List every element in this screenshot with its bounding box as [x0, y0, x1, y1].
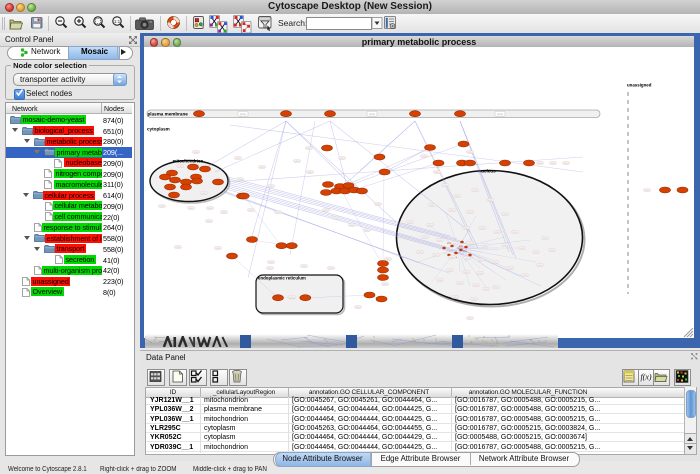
svg-text:(xxx): (xxx)	[453, 243, 458, 245]
svg-text:(xxx): (xxx)	[324, 210, 329, 212]
svg-text:(xxx): (xxx)	[513, 232, 518, 234]
svg-text:endoplasmic reticulum: endoplasmic reticulum	[258, 276, 306, 281]
svg-text:1:1: 1:1	[114, 19, 121, 24]
svg-text:(xxx): (xxx)	[350, 225, 355, 227]
svg-text:(xxx): (xxx)	[438, 280, 443, 282]
svg-text:(xxx): (xxx)	[550, 250, 555, 252]
svg-text:(xxx): (xxx)	[369, 112, 375, 116]
svg-text:(xxx): (xxx)	[408, 222, 413, 224]
svg-text:(xxx): (xxx)	[450, 210, 455, 212]
svg-text:f(x): f(x)	[640, 373, 651, 382]
svg-text:(xxx): (xxx)	[423, 237, 428, 239]
svg-text:(xxx): (xxx)	[508, 268, 513, 270]
svg-text:(xxx): (xxx)	[240, 112, 246, 116]
svg-text:(xxx): (xxx)	[376, 204, 381, 206]
svg-text:(xxx): (xxx)	[453, 297, 458, 299]
svg-text:(xxx): (xxx)	[202, 193, 207, 195]
svg-text:(xxx): (xxx)	[329, 268, 334, 270]
svg-text:(xxx): (xxx)	[418, 252, 423, 254]
svg-text:(xxx): (xxx)	[238, 179, 243, 181]
svg-text:(xxx): (xxx)	[543, 238, 548, 240]
svg-text:cytoplasm: cytoplasm	[147, 127, 170, 132]
svg-text:(xxx): (xxx)	[249, 210, 254, 212]
svg-text:(xxx): (xxx)	[428, 225, 433, 227]
svg-text:(xxx): (xxx)	[468, 318, 473, 320]
svg-text:(xxx): (xxx)	[488, 200, 493, 202]
svg-text:(xxx): (xxx)	[468, 212, 473, 214]
svg-text:(xxx): (xxx)	[308, 172, 313, 174]
svg-text:(xxx): (xxx)	[534, 252, 539, 254]
svg-text:(xxx): (xxx)	[269, 186, 274, 188]
svg-text:(xxx): (xxx)	[494, 287, 499, 289]
svg-text:(xxx): (xxx)	[480, 228, 485, 230]
svg-text:unassigned: unassigned	[627, 83, 652, 88]
svg-text:(xxx): (xxx)	[495, 232, 500, 234]
svg-text:(xxx): (xxx)	[160, 206, 165, 208]
svg-text:(xxx): (xxx)	[538, 265, 543, 267]
svg-text:(xxx): (xxx)	[290, 297, 295, 299]
svg-text:(xxx): (xxx)	[334, 218, 339, 220]
svg-text:(xxx): (xxx)	[465, 258, 470, 260]
svg-text:(xxx): (xxx)	[340, 158, 345, 160]
svg-text:(xxx): (xxx)	[478, 260, 483, 262]
svg-text:(xxx): (xxx)	[422, 156, 427, 158]
svg-text:(xxx): (xxx)	[450, 257, 455, 259]
svg-text:(xxx): (xxx)	[503, 214, 508, 216]
svg-text:(xxx): (xxx)	[295, 161, 300, 163]
svg-text:(xxx): (xxx)	[356, 307, 361, 309]
svg-text:plasma membrane: plasma membrane	[148, 112, 189, 117]
svg-text:(xxx): (xxx)	[458, 283, 463, 285]
svg-text:(xxx): (xxx)	[493, 262, 498, 264]
svg-text:(xxx): (xxx)	[523, 275, 528, 277]
svg-text:(xxx): (xxx)	[497, 112, 503, 116]
svg-text:(xxx): (xxx)	[472, 299, 477, 301]
svg-text:(xxx): (xxx)	[260, 167, 265, 169]
svg-text:(xxx): (xxx)	[464, 228, 469, 230]
svg-text:(xxx): (xxx)	[474, 285, 479, 287]
svg-text:(xxx): (xxx)	[464, 272, 469, 274]
svg-text:(xxx): (xxx)	[551, 163, 556, 165]
svg-text:(xxx): (xxx)	[276, 212, 281, 214]
svg-text:(xxx): (xxx)	[448, 270, 453, 272]
svg-text:(xxx): (xxx)	[455, 196, 460, 198]
svg-text:(xxx): (xxx)	[307, 148, 312, 150]
svg-text:(xxx): (xxx)	[176, 247, 181, 249]
svg-text:(xxx): (xxx)	[438, 240, 443, 242]
svg-text:(xxx): (xxx)	[484, 289, 489, 291]
svg-text:(xxx): (xxx)	[538, 163, 543, 165]
svg-text:(xxx): (xxx)	[222, 212, 227, 214]
svg-text:(xxx): (xxx)	[189, 208, 194, 210]
svg-text:(xxx): (xxx)	[207, 221, 212, 223]
svg-text:(xxx): (xxx)	[645, 190, 650, 192]
svg-text:(xxx): (xxx)	[520, 248, 525, 250]
svg-text:(xxx): (xxx)	[194, 152, 199, 154]
svg-text:(xxx): (xxx)	[478, 273, 483, 275]
svg-text:(xxx): (xxx)	[178, 166, 183, 168]
svg-text:(xxx): (xxx)	[564, 163, 569, 165]
svg-text:(xxx): (xxx)	[473, 190, 478, 192]
svg-text:(xxx): (xxx)	[208, 208, 213, 210]
svg-text:(xxx): (xxx)	[269, 262, 274, 264]
svg-text:(xxx): (xxx)	[468, 152, 473, 154]
svg-text:(xxx): (xxx)	[236, 158, 241, 160]
svg-text:(xxx): (xxx)	[443, 185, 448, 187]
svg-text:(xxx): (xxx)	[434, 255, 439, 257]
svg-text:(xxx): (xxx)	[365, 230, 370, 232]
svg-text:(xxx): (xxx)	[430, 205, 435, 207]
svg-text:(xxx): (xxx)	[503, 245, 508, 247]
svg-text:(xxx): (xxx)	[468, 243, 473, 245]
svg-text:(xxx): (xxx)	[435, 172, 440, 174]
svg-text:(xxx): (xxx)	[383, 284, 388, 286]
svg-text:(xxx): (xxx)	[268, 268, 273, 270]
svg-text:mitochondrion: mitochondrion	[173, 159, 204, 164]
svg-text:(xxx): (xxx)	[216, 248, 221, 250]
svg-text:(xxx): (xxx)	[302, 266, 307, 268]
svg-text:(xxx): (xxx)	[483, 245, 488, 247]
